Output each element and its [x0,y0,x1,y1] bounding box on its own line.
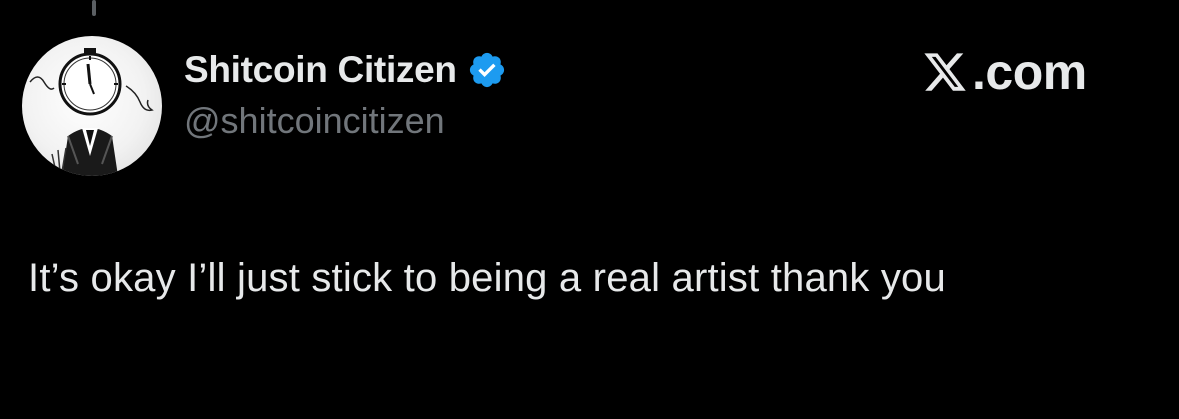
brand-watermark: .com [922,44,1087,100]
thread-connector-line [92,0,96,16]
clock-head-figure-icon [29,48,154,176]
author-name-row: Shitcoin Citizen [184,46,507,94]
author-handle[interactable]: @shitcoincitizen [184,100,445,142]
tweet-card: Shitcoin Citizen @shitcoincitizen .com I… [0,0,1179,419]
brand-domain-label: .com [972,44,1087,100]
avatar[interactable] [22,36,162,176]
author-display-name[interactable]: Shitcoin Citizen [184,49,457,91]
tweet-body-text: It’s okay I’ll just stick to being a rea… [28,256,946,300]
verified-badge-icon [467,50,507,90]
x-logo-icon [922,48,968,96]
